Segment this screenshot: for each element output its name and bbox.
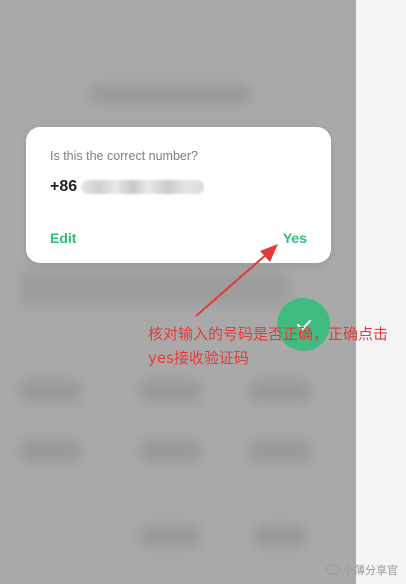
- watermark-text: 小薄分享官: [343, 564, 398, 577]
- watermark: 小薄分享官: [326, 562, 398, 578]
- confirm-number-dialog: Is this the correct number? +86 Edit Yes: [26, 127, 331, 263]
- weibo-logo-icon: [326, 564, 340, 575]
- annotation-text: 核对输入的号码是否正确，正确点击yes接收验证码: [148, 325, 389, 367]
- country-code: +86: [50, 178, 78, 195]
- blurred-background-screen: [0, 0, 356, 584]
- edit-button[interactable]: Edit: [50, 230, 76, 246]
- phone-number-row: +86: [50, 177, 205, 197]
- masked-phone-number: [81, 180, 205, 194]
- dialog-title: Is this the correct number?: [50, 149, 198, 163]
- right-margin: [356, 0, 406, 584]
- yes-button[interactable]: Yes: [283, 230, 307, 246]
